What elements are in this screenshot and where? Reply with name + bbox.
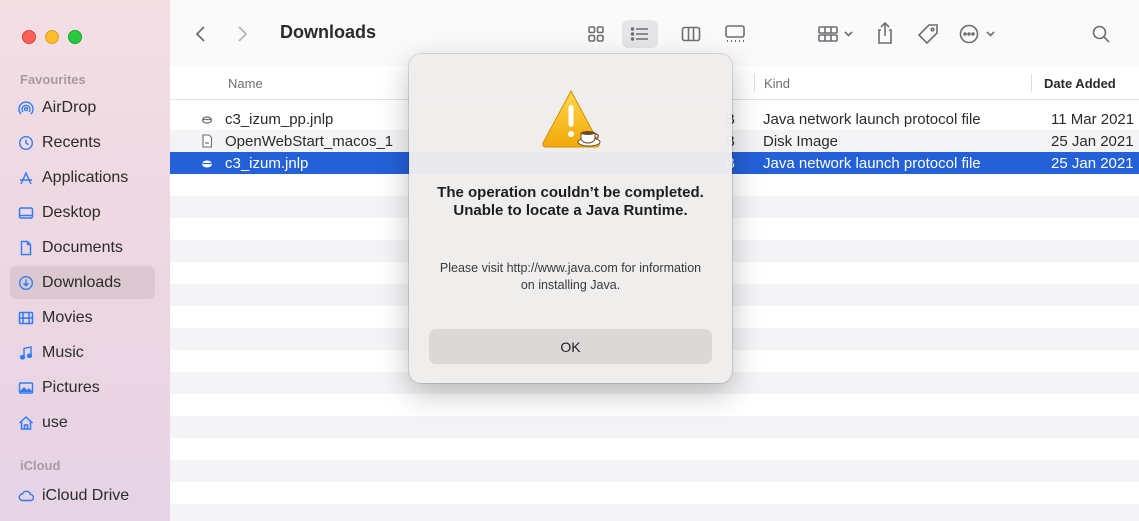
group-by-button[interactable] — [815, 20, 859, 48]
alert-message: Please visit http://www.java.com for inf… — [439, 261, 702, 292]
file-date-added: 25 Jan 2021 — [1051, 133, 1134, 150]
window-title: Downloads — [280, 22, 377, 42]
column-header-date-added[interactable]: Date Added — [1044, 76, 1116, 91]
sidebar-item-music[interactable]: Music — [10, 336, 155, 369]
sidebar-item-label: Music — [42, 343, 84, 361]
file-date-added: 11 Mar 2021 — [1051, 111, 1135, 128]
clock-icon — [18, 135, 34, 151]
document-icon — [18, 240, 34, 256]
sidebar-item-recents[interactable]: Recents — [10, 126, 155, 159]
home-icon — [18, 415, 34, 431]
java-file-icon — [202, 160, 212, 168]
sidebar-item-pictures[interactable]: Pictures — [10, 371, 155, 404]
column-divider[interactable] — [754, 74, 755, 92]
minimize-window-button[interactable] — [45, 30, 59, 44]
tag-icon — [917, 24, 938, 45]
list-icon — [630, 27, 648, 41]
sidebar-item-downloads[interactable]: Downloads — [10, 266, 155, 299]
gallery-icon — [725, 25, 745, 42]
airdrop-icon — [18, 100, 34, 116]
file-kind: Java network launch protocol file — [763, 155, 981, 172]
favourites-section-label: Favourites — [20, 72, 86, 87]
column-divider[interactable] — [1031, 74, 1032, 92]
icloud-section-label: iCloud — [20, 458, 61, 473]
sidebar-item-label: Applications — [42, 168, 129, 186]
photo-icon — [18, 380, 34, 396]
column-view-button[interactable] — [677, 21, 705, 47]
file-name: c3_izum.jnlp — [225, 155, 309, 172]
grid-icon — [588, 26, 604, 42]
back-chevron-icon — [195, 26, 205, 42]
column-header-name[interactable]: Name — [228, 76, 263, 91]
sidebar-item-airdrop[interactable]: AirDrop — [10, 91, 155, 124]
share-button[interactable] — [872, 18, 898, 48]
column-header-kind[interactable]: Kind — [764, 76, 790, 91]
desktop-icon — [18, 205, 34, 221]
sidebar-item-label: Downloads — [42, 273, 122, 291]
sidebar-item-label: AirDrop — [42, 98, 97, 116]
sidebar-item-label: iCloud Drive — [42, 486, 130, 504]
sidebar-item-desktop[interactable]: Desktop — [10, 196, 155, 229]
sidebar-item-label: Documents — [42, 238, 123, 256]
columns-icon — [681, 26, 701, 42]
fullscreen-window-button[interactable] — [68, 30, 82, 44]
applications-icon — [18, 170, 34, 186]
sidebar-item-documents[interactable]: Documents — [10, 231, 155, 264]
java-runtime-alert-dialog: The operation couldn’t be completed. Una… — [409, 54, 732, 383]
alert-title: The operation couldn’t be completed. Una… — [437, 184, 704, 219]
sidebar-item-applications[interactable]: Applications — [10, 161, 155, 194]
forward-button[interactable] — [233, 24, 251, 44]
more-actions-icon — [959, 24, 995, 44]
back-button[interactable] — [192, 24, 210, 44]
music-note-icon — [18, 345, 34, 361]
cloud-icon — [18, 488, 34, 504]
java-file-icon — [201, 116, 213, 124]
sidebar-item-icloud-drive[interactable]: iCloud Drive — [10, 479, 155, 512]
file-kind: Java network launch protocol file — [763, 111, 981, 128]
sidebar-item-movies[interactable]: Movies — [10, 301, 155, 334]
disk-image-file-icon — [202, 134, 213, 148]
list-view-button[interactable] — [622, 20, 658, 48]
icon-view-button[interactable] — [582, 21, 610, 47]
close-window-button[interactable] — [22, 30, 36, 44]
sidebar-item-label: Desktop — [42, 203, 101, 221]
group-by-icon — [818, 26, 853, 42]
sidebar-item-label: Pictures — [42, 378, 100, 396]
search-button[interactable] — [1087, 21, 1115, 47]
sidebar-item-label: Movies — [42, 308, 93, 326]
java-warning-icon — [542, 89, 601, 148]
sidebar-item-label: Recents — [42, 133, 101, 151]
gallery-view-button[interactable] — [721, 21, 749, 47]
film-icon — [18, 310, 34, 326]
ok-button[interactable]: OK — [429, 329, 712, 364]
forward-chevron-icon — [238, 26, 248, 42]
file-kind: Disk Image — [763, 133, 839, 150]
search-icon — [1092, 25, 1110, 43]
sidebar-item-label: use — [42, 413, 68, 431]
file-date-added: 25 Jan 2021 — [1051, 155, 1134, 172]
more-actions-button[interactable] — [957, 20, 1003, 48]
file-name: OpenWebStart_macos_1 — [225, 133, 394, 150]
download-icon — [18, 275, 34, 291]
sidebar: Favourites AirDrop Recents Applications … — [0, 0, 170, 521]
tag-button[interactable] — [914, 20, 942, 48]
sidebar-item-home[interactable]: use — [10, 406, 155, 439]
window-controls — [22, 30, 82, 44]
share-icon — [878, 21, 892, 44]
